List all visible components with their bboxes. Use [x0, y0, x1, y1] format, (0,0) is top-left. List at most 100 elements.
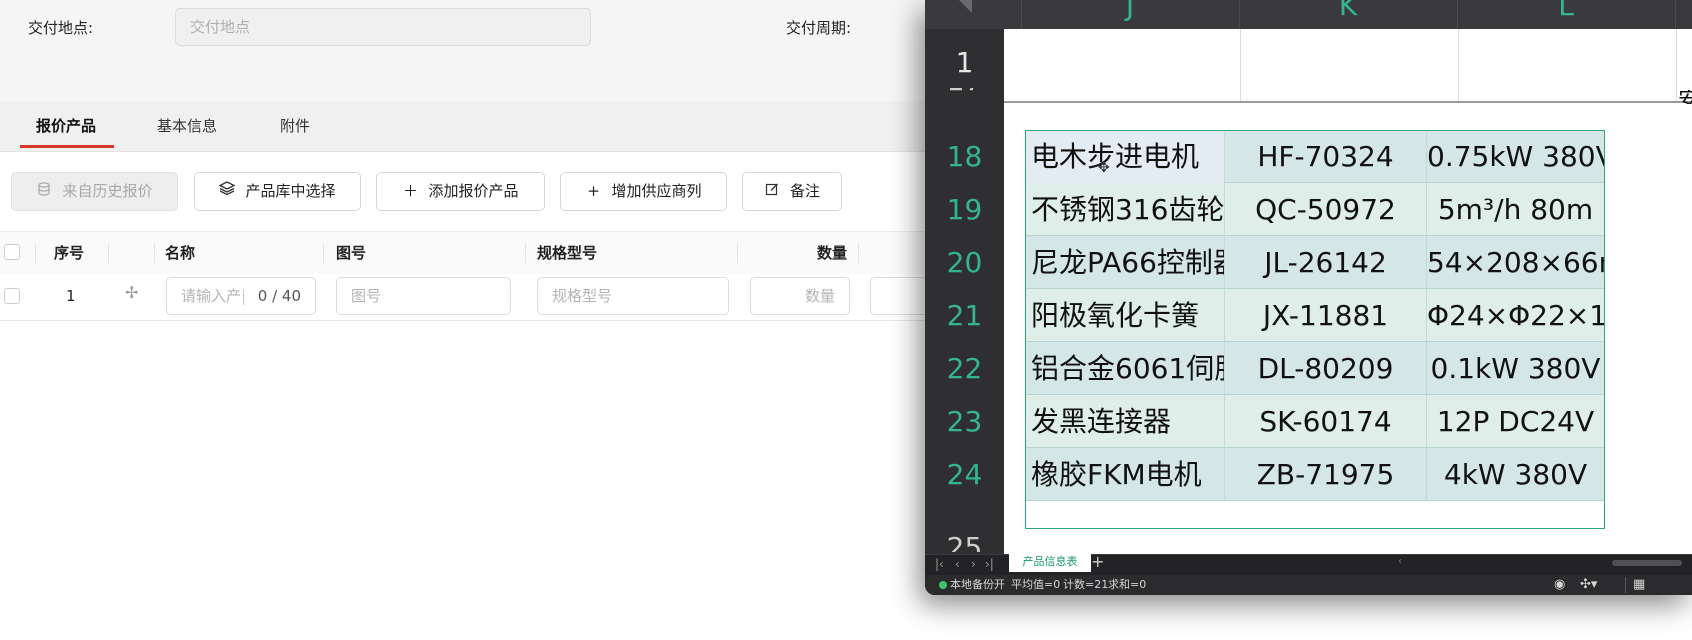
column-divider	[154, 243, 155, 263]
scroll-left-icon[interactable]: ‹	[1398, 556, 1402, 567]
text-cursor: |	[241, 287, 247, 305]
remark-label: 备注	[789, 182, 820, 200]
row-header-17[interactable]: 17	[925, 88, 1004, 102]
column-header-k[interactable]: K	[1239, 0, 1457, 26]
row-header-18[interactable]: 18	[925, 140, 1004, 173]
column-divider	[737, 243, 738, 263]
cell-l24[interactable]: 4kW 380V	[1427, 448, 1605, 501]
row-header-21[interactable]: 21	[925, 299, 1004, 332]
row-header-23[interactable]: 23	[925, 405, 1004, 438]
add-supplier-column-label: 增加供应商列	[611, 182, 702, 200]
grid-line	[1458, 29, 1459, 103]
cell-j21[interactable]: 阳极氧化卡簧	[1025, 289, 1225, 342]
add-quote-product-label: 添加报价产品	[428, 182, 519, 200]
database-icon	[36, 173, 52, 210]
name-placeholder: 请输入产	[181, 287, 242, 305]
add-sheet-icon[interactable]: +	[1091, 552, 1104, 571]
header-seq: 序号	[54, 244, 85, 262]
name-input[interactable]: 请输入产| 0 / 40	[166, 277, 316, 315]
column-divider	[108, 243, 109, 263]
plus-icon: +	[587, 182, 600, 200]
row-header-25[interactable]: 25	[925, 534, 1004, 552]
pick-from-library-button[interactable]: 产品库中选择	[194, 172, 361, 211]
tab-basic-info[interactable]: 基本信息	[157, 101, 217, 151]
history-quote-button[interactable]: 来自历史报价	[11, 172, 178, 211]
column-divider	[858, 243, 859, 263]
spreadsheet-row: 橡胶FKM电机 ZB-71975 4kW 380V	[1025, 448, 1605, 501]
cell-k21[interactable]: JX-11881	[1225, 289, 1427, 342]
spreadsheet-row: 不锈钢316齿轮泵QC-509725m³/h 80m	[1025, 183, 1605, 236]
prev-sheet-icon[interactable]: ‹	[955, 557, 960, 571]
edit-icon	[764, 173, 780, 210]
spreadsheet-row: 阳极氧化卡簧 JX-11881 Φ24×Φ22×1	[1025, 289, 1605, 342]
qty-input[interactable]: 数量	[750, 277, 850, 315]
row-header-19[interactable]: 19	[925, 193, 1004, 226]
location-input[interactable]: 交付地点	[175, 8, 591, 46]
drag-handle-icon[interactable]: ✢	[125, 283, 138, 302]
partial-cell-text: 安	[1678, 90, 1692, 104]
add-supplier-column-button[interactable]: + 增加供应商列	[560, 172, 727, 211]
column-divider	[323, 243, 324, 263]
cell-l19[interactable]: 5m³/h 80m	[1427, 183, 1605, 236]
spreadsheet-row: 尼龙PA66控制器JL-2614254×208×66mm	[1025, 236, 1605, 289]
select-all-checkbox[interactable]	[4, 244, 20, 260]
tab-quote-products[interactable]: 报价产品	[36, 101, 96, 151]
spreadsheet-row: 铝合金6061伺服 DL-80209 0.1kW 380V	[1025, 342, 1605, 395]
column-header-l[interactable]: L	[1457, 0, 1675, 26]
sheet-tab-product-info[interactable]: 产品信息表	[1009, 552, 1091, 572]
status-count: 计数=21	[1063, 578, 1109, 591]
horizontal-scrollbar[interactable]	[1612, 560, 1682, 566]
cell-k18[interactable]: HF-70324	[1225, 130, 1427, 183]
cell-j24[interactable]: 橡胶FKM电机	[1025, 448, 1225, 501]
status-bar: 本地备份开 平均值=0 计数=21 求和=0 ◉ ✣▾ ▦	[925, 575, 1692, 595]
grid-view-icon[interactable]: ▦	[1633, 575, 1645, 595]
status-average: 平均值=0	[1011, 578, 1061, 591]
row-seq: 1	[66, 287, 76, 305]
cell-k22[interactable]: DL-80209	[1225, 342, 1427, 395]
eye-icon[interactable]: ◉	[1554, 575, 1565, 595]
next-sheet-icon[interactable]: ›	[971, 557, 976, 571]
row-header-20[interactable]: 20	[925, 246, 1004, 279]
tab-attachments[interactable]: 附件	[280, 101, 310, 151]
add-quote-product-button[interactable]: ＋ 添加报价产品	[376, 172, 545, 211]
last-sheet-icon[interactable]: ›|	[985, 557, 994, 571]
row-checkbox[interactable]	[4, 288, 20, 304]
first-sheet-icon[interactable]: |‹	[935, 557, 944, 571]
remark-button[interactable]: 备注	[742, 172, 842, 211]
active-tab-indicator	[20, 145, 114, 148]
cell-k24[interactable]: ZB-71975	[1225, 448, 1427, 501]
cell-j20[interactable]: 尼龙PA66控制器	[1025, 236, 1225, 289]
cell-l22[interactable]: 0.1kW 380V	[1427, 342, 1605, 395]
view-mode-icon[interactable]: ✣▾	[1580, 575, 1597, 595]
cell-j22[interactable]: 铝合金6061伺服	[1025, 342, 1225, 395]
column-header-j[interactable]: J	[1021, 0, 1239, 26]
cell-l20[interactable]: 54×208×66mm	[1427, 236, 1605, 289]
grid-line	[1676, 29, 1677, 103]
cell-j23[interactable]: 发黑连接器	[1025, 395, 1225, 448]
backup-status[interactable]: 本地备份开	[950, 575, 1005, 595]
cell-l21[interactable]: Φ24×Φ22×1	[1427, 289, 1605, 342]
drawing-no-input[interactable]: 图号	[336, 277, 511, 315]
name-char-counter: 0 / 40	[257, 287, 301, 305]
header-name: 名称	[165, 244, 196, 262]
status-divider	[1625, 577, 1626, 593]
cell-j19[interactable]: 不锈钢316齿轮泵	[1025, 183, 1225, 236]
pick-from-library-label: 产品库中选择	[245, 182, 336, 200]
spreadsheet-window: J K L 1 17 安 18 电木步进电机HF-703240.75kW 380V…	[925, 0, 1692, 595]
row-header-1[interactable]: 1	[925, 46, 1004, 79]
row-header-22[interactable]: 22	[925, 352, 1004, 385]
cell-l23[interactable]: 12P DC24V	[1427, 395, 1605, 448]
cell-k19[interactable]: QC-50972	[1225, 183, 1427, 236]
spec-input[interactable]: 规格型号	[537, 277, 729, 315]
cell-j18[interactable]: 电木步进电机	[1025, 130, 1225, 183]
column-divider	[1675, 0, 1676, 29]
layers-icon	[219, 173, 236, 210]
column-divider	[35, 243, 36, 263]
header-qty: 数量	[817, 244, 848, 262]
cell-k23[interactable]: SK-60174	[1225, 395, 1427, 448]
select-all-corner[interactable]	[959, 0, 972, 13]
row-header-24[interactable]: 24	[925, 458, 1004, 491]
next-column-input[interactable]	[870, 277, 930, 315]
cell-l18[interactable]: 0.75kW 380V	[1427, 130, 1605, 183]
cell-k20[interactable]: JL-26142	[1225, 236, 1427, 289]
